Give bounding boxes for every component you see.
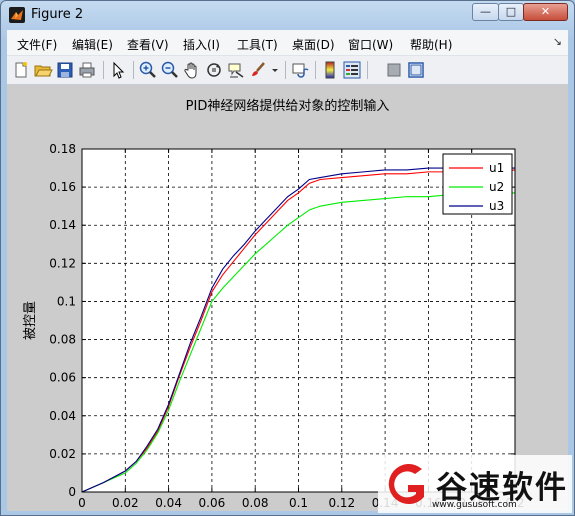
figure-canvas: PID神经网络提供给对象的控制输入 0 0.02 0.04 0.06 0.08 0.1 0.…: [7, 85, 568, 511]
x-tick-label: 0.08: [242, 496, 269, 510]
pan-hand-icon[interactable]: [182, 60, 202, 80]
hide-plot-tools-icon[interactable]: [384, 60, 404, 80]
y-tick-label: 0.12: [49, 256, 76, 270]
brush-icon[interactable]: [248, 60, 268, 80]
link-plot-icon[interactable]: [290, 60, 310, 80]
y-tick-label: 0.04: [49, 409, 76, 423]
legend-icon[interactable]: [342, 60, 362, 80]
line-chart: 00.020.040.060.080.10.120.140.160.180.20…: [23, 142, 525, 510]
y-tick-label: 0: [68, 485, 76, 499]
toolbar-separator: [103, 61, 104, 79]
x-tick-label: 0.04: [155, 496, 182, 510]
x-tick-label: 0.1: [289, 496, 308, 510]
minimize-button[interactable]: —: [472, 3, 499, 21]
pointer-icon[interactable]: [108, 60, 128, 80]
y-tick-label: 0.18: [49, 142, 76, 156]
menu-desktop[interactable]: 桌面(D): [292, 36, 335, 53]
legend-label-u3: u3: [489, 199, 504, 213]
legend-label-u2: u2: [489, 180, 504, 194]
zoom-out-icon[interactable]: [160, 60, 180, 80]
toolbar-separator: [285, 61, 286, 79]
x-tick-label: 0.02: [112, 496, 139, 510]
menu-bar: 文件(F) 编辑(E) 查看(V) 插入(I) 工具(T) 桌面(D) 窗口(W…: [7, 30, 568, 56]
y-tick-label: 0.08: [49, 333, 76, 347]
window-title: Figure 2: [31, 7, 84, 22]
legend-label-u1: u1: [489, 161, 504, 175]
menu-view[interactable]: 查看(V): [127, 36, 169, 53]
toolbar: [7, 56, 568, 85]
toolbar-separator: [367, 61, 368, 79]
menu-insert[interactable]: 插入(I): [183, 36, 220, 53]
brush-dropdown-icon[interactable]: [270, 60, 280, 80]
maximize-button[interactable]: □: [498, 3, 524, 21]
show-plot-tools-icon[interactable]: [406, 60, 426, 80]
print-icon[interactable]: [77, 60, 97, 80]
menu-window[interactable]: 窗口(W): [348, 36, 393, 53]
y-tick-label: 0.14: [49, 218, 76, 232]
matlab-app-icon: [9, 7, 25, 23]
rotate-3d-icon[interactable]: [204, 60, 224, 80]
y-axis-label: 被控量: [23, 301, 38, 340]
toolbar-separator: [315, 61, 316, 79]
title-bar[interactable]: Figure 2 — □ ✕: [1, 1, 574, 29]
zoom-in-icon[interactable]: [138, 60, 158, 80]
colorbar-icon[interactable]: [320, 60, 340, 80]
menu-overflow-icon[interactable]: ↘: [553, 35, 562, 48]
data-cursor-icon[interactable]: [226, 60, 246, 80]
y-tick-label: 0.16: [49, 180, 76, 194]
save-icon[interactable]: [55, 60, 75, 80]
new-figure-icon[interactable]: [11, 60, 31, 80]
toolbar-separator: [133, 61, 134, 79]
x-tick-label: 0.06: [199, 496, 226, 510]
open-file-icon[interactable]: [33, 60, 53, 80]
watermark-url: www.gususoft.com: [432, 500, 517, 510]
menu-file[interactable]: 文件(F): [17, 36, 57, 53]
y-tick-label: 0.02: [49, 447, 76, 461]
menu-help[interactable]: 帮助(H): [410, 36, 452, 53]
menu-edit[interactable]: 编辑(E): [72, 36, 113, 53]
figure-window: Figure 2 — □ ✕ 文件(F) 编辑(E) 查看(V) 插入(I) 工…: [0, 0, 575, 516]
window-client: 文件(F) 编辑(E) 查看(V) 插入(I) 工具(T) 桌面(D) 窗口(W…: [7, 30, 568, 511]
x-tick-label: 0: [78, 496, 86, 510]
close-button[interactable]: ✕: [523, 3, 568, 21]
y-tick-label: 0.1: [57, 294, 76, 308]
y-tick-label: 0.06: [49, 371, 76, 385]
x-tick-label: 0.12: [328, 496, 355, 510]
menu-tools[interactable]: 工具(T): [237, 36, 278, 53]
